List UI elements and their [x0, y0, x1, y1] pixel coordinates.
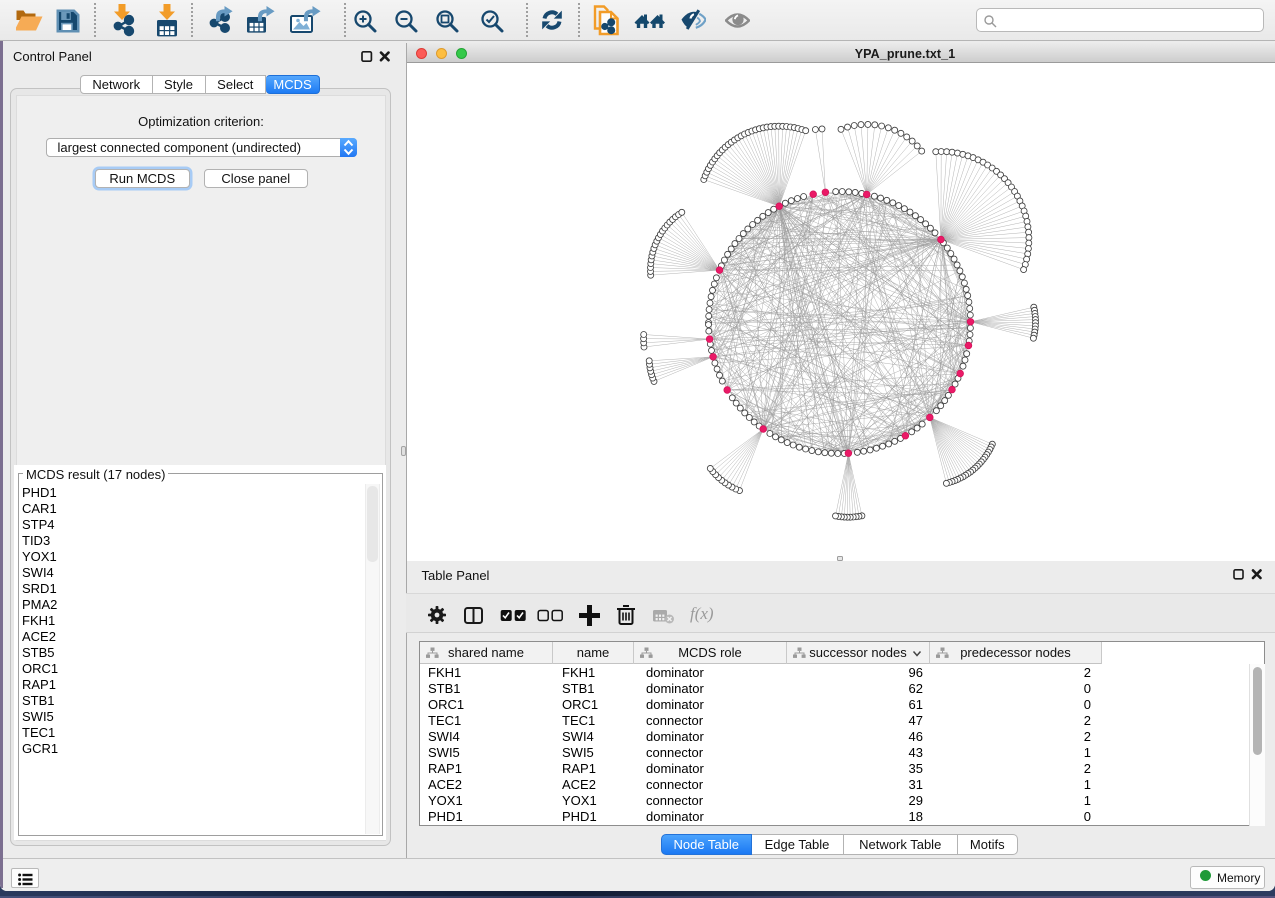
- svg-text:f(x): f(x): [690, 604, 714, 623]
